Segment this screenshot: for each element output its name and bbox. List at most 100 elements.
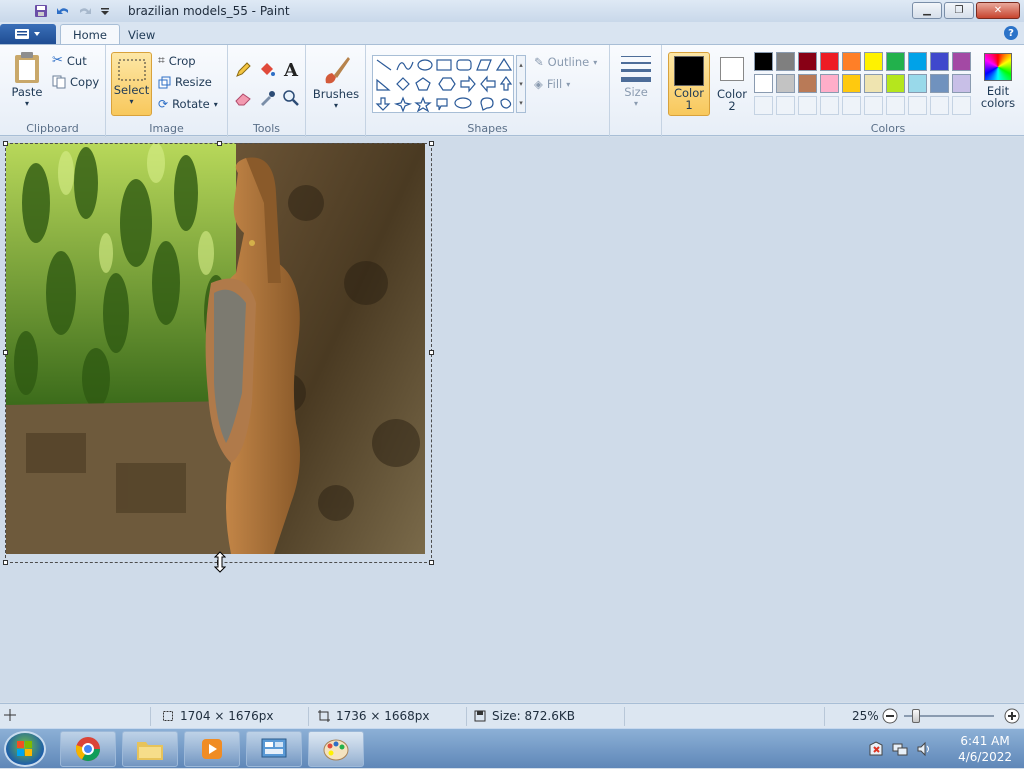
redo-icon[interactable] — [78, 4, 92, 18]
resize-handle-left[interactable] — [3, 350, 8, 355]
palette-swatch[interactable] — [908, 74, 927, 93]
resize-handle-bottom-right[interactable] — [429, 560, 434, 565]
resize-handle-bottom-left[interactable] — [3, 560, 8, 565]
select-button[interactable]: Select ▾ — [111, 52, 152, 116]
copy-label: Copy — [70, 75, 100, 89]
resize-label: Resize — [175, 75, 212, 89]
palette-empty-slot[interactable] — [754, 96, 773, 115]
system-clock[interactable]: 6:41 AM 4/6/2022 — [958, 733, 1012, 765]
rotate-label: Rotate — [172, 97, 210, 111]
magnifier-icon[interactable] — [280, 87, 302, 109]
shapes-scroll[interactable]: ▴ ▾ ▾ — [516, 55, 526, 113]
tools-group: A Tools — [228, 45, 306, 137]
palette-swatch[interactable] — [798, 52, 817, 71]
cursor-position-icon — [4, 709, 16, 721]
maximize-button[interactable]: ❐ — [944, 2, 974, 19]
palette-swatch[interactable] — [952, 52, 971, 71]
selection-rectangle[interactable] — [5, 143, 432, 563]
zoom-slider-thumb[interactable] — [912, 709, 920, 723]
palette-swatch[interactable] — [754, 52, 773, 71]
save-icon[interactable] — [34, 4, 48, 18]
palette-swatch[interactable] — [842, 74, 861, 93]
status-separator — [150, 707, 151, 726]
minimize-button[interactable]: ▁ — [912, 2, 942, 19]
brushes-button[interactable]: Brushes ▾ — [313, 53, 359, 110]
palette-empty-slot[interactable] — [820, 96, 839, 115]
palette-empty-slot[interactable] — [842, 96, 861, 115]
taskbar-control-panel[interactable] — [246, 731, 302, 767]
palette-swatch[interactable] — [864, 74, 883, 93]
pencil-icon[interactable] — [232, 59, 254, 81]
undo-icon[interactable] — [56, 4, 70, 18]
color1-button[interactable]: Color 1 — [668, 52, 710, 116]
edit-colors-button[interactable]: Edit colors — [976, 53, 1020, 109]
color2-button[interactable]: Color 2 — [714, 55, 750, 112]
palette-empty-slot[interactable] — [930, 96, 949, 115]
palette-swatch[interactable] — [930, 74, 949, 93]
zoom-out-button[interactable] — [882, 708, 898, 724]
palette-empty-slot[interactable] — [798, 96, 817, 115]
close-button[interactable]: ✕ — [976, 2, 1020, 19]
eraser-icon[interactable] — [232, 87, 254, 109]
start-button[interactable] — [4, 731, 46, 767]
volume-icon[interactable] — [916, 741, 932, 760]
resize-handle-top[interactable] — [217, 141, 222, 146]
resize-handle-right[interactable] — [429, 350, 434, 355]
cut-button[interactable]: ✂ Cut — [52, 53, 87, 68]
paint-palette-icon — [323, 739, 349, 761]
rotate-button[interactable]: ⟳ Rotate ▾ — [158, 97, 218, 111]
size-group: Size ▾ — [610, 45, 662, 137]
palette-swatch[interactable] — [776, 74, 795, 93]
resize-button[interactable]: Resize — [158, 75, 212, 89]
paste-button[interactable]: Paste ▾ — [8, 51, 46, 108]
resize-handle-top-left[interactable] — [3, 141, 8, 146]
tab-view[interactable]: View — [116, 24, 167, 45]
text-tool-icon[interactable]: A — [280, 59, 302, 81]
palette-swatch[interactable] — [820, 74, 839, 93]
taskbar-paint[interactable] — [308, 731, 364, 767]
palette-swatch[interactable] — [930, 52, 949, 71]
taskbar-chrome[interactable] — [60, 731, 116, 767]
help-button[interactable]: ? — [1004, 26, 1018, 40]
control-panel-icon — [261, 738, 287, 758]
taskbar-media-player[interactable] — [184, 731, 240, 767]
palette-swatch[interactable] — [886, 52, 905, 71]
palette-empty-slot[interactable] — [886, 96, 905, 115]
palette-swatch[interactable] — [864, 52, 883, 71]
palette-empty-slot[interactable] — [908, 96, 927, 115]
taskbar-explorer[interactable] — [122, 731, 178, 767]
copy-button[interactable]: Copy — [52, 75, 99, 89]
palette-swatch[interactable] — [754, 74, 773, 93]
resize-handle-top-right[interactable] — [429, 141, 434, 146]
shapes-gallery[interactable] — [372, 55, 514, 113]
fill-bucket-icon[interactable] — [256, 59, 278, 81]
crop-button[interactable]: ⌗ Crop — [158, 53, 196, 68]
outline-button[interactable]: ✎ Outline ▾ — [534, 55, 597, 69]
palette-swatch[interactable] — [952, 74, 971, 93]
palette-empty-slot[interactable] — [776, 96, 795, 115]
paste-label: Paste — [11, 85, 43, 99]
select-rectangle-icon — [118, 59, 145, 81]
rotate-dropdown-icon: ▾ — [213, 99, 218, 109]
color-picker-icon[interactable] — [256, 87, 278, 109]
palette-empty-slot[interactable] — [864, 96, 883, 115]
paint-menu-button[interactable] — [0, 24, 56, 44]
fill-button[interactable]: ◈ Fill ▾ — [534, 77, 570, 91]
palette-swatch[interactable] — [820, 52, 839, 71]
customize-toolbar-icon[interactable] — [100, 4, 114, 18]
palette-swatch[interactable] — [842, 52, 861, 71]
tab-home[interactable]: Home — [60, 24, 120, 45]
action-center-icon[interactable] — [868, 741, 884, 760]
palette-swatch[interactable] — [908, 52, 927, 71]
crop-label: Crop — [168, 53, 196, 68]
canvas-area[interactable] — [0, 137, 1024, 702]
palette-empty-slot[interactable] — [952, 96, 971, 115]
size-button[interactable]: Size ▾ — [618, 53, 654, 108]
zoom-in-button[interactable] — [1004, 708, 1020, 724]
selection-size-icon — [163, 711, 173, 721]
palette-swatch[interactable] — [886, 74, 905, 93]
palette-swatch[interactable] — [798, 74, 817, 93]
clipboard-icon — [15, 52, 39, 83]
network-icon[interactable] — [892, 741, 908, 760]
palette-swatch[interactable] — [776, 52, 795, 71]
